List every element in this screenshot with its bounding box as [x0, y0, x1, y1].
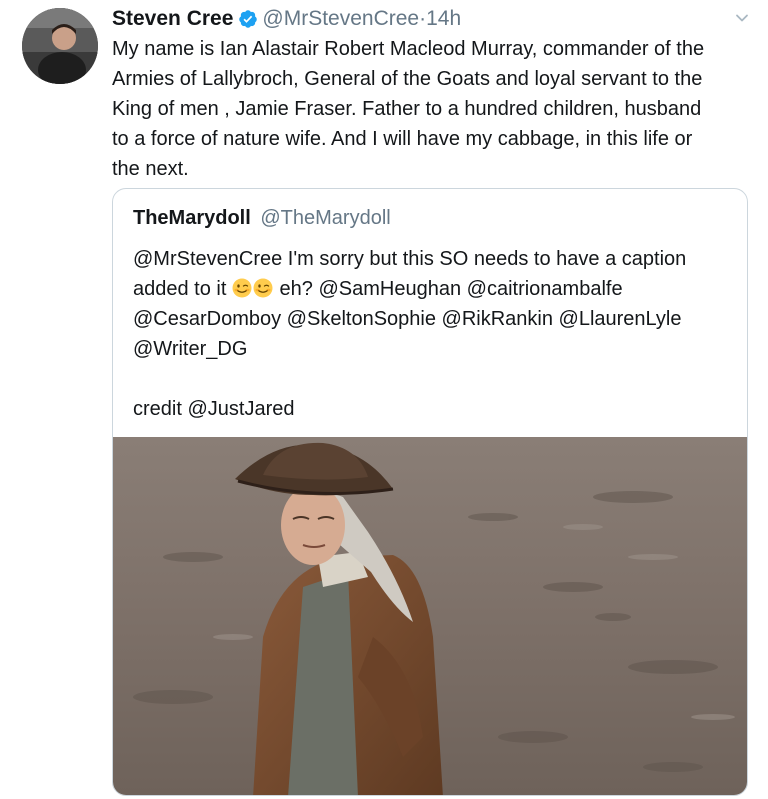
quoted-text-line: @CesarDomboy @SkeltonSophie @RikRankin @…: [133, 308, 682, 330]
handle[interactable]: @MrStevenCree: [262, 6, 419, 32]
quoted-text-line: @Writer_DG: [133, 338, 248, 360]
tweet-header: Steven Cree @MrStevenCree · 14h: [112, 6, 461, 32]
timestamp[interactable]: 14h: [426, 6, 461, 32]
quoted-text-line: added to it eh? @SamHeughan @caitrionamb…: [133, 274, 733, 304]
quoted-text-line: @MrStevenCree I'm sorry but this SO need…: [133, 248, 687, 270]
quoted-handle: @TheMarydoll: [260, 207, 391, 229]
display-name[interactable]: Steven Cree: [112, 6, 233, 32]
tweet-text-line: the next.: [112, 158, 189, 180]
tweet-text-line: to a force of nature wife. And I will ha…: [112, 128, 693, 150]
chevron-down-icon[interactable]: [734, 10, 750, 26]
quoted-photo[interactable]: [113, 437, 747, 795]
verified-badge-icon: [239, 10, 258, 28]
winking-face-emoji: [253, 278, 273, 298]
quoted-tweet-text: @MrStevenCree I'm sorry but this SO need…: [133, 244, 733, 424]
quoted-tweet[interactable]: TheMarydoll @TheMarydoll @MrStevenCree I…: [112, 188, 748, 796]
quoted-tweet-header: TheMarydoll @TheMarydoll: [133, 205, 391, 231]
winking-face-emoji: [232, 278, 252, 298]
quoted-text-line: credit @JustJared: [133, 398, 295, 420]
avatar[interactable]: [22, 8, 98, 84]
quoted-text-blank-line: [133, 364, 733, 394]
tweet-text-line: Armies of Lallybroch, General of the Goa…: [112, 68, 703, 90]
tweet-text-line: King of men , Jamie Fraser. Father to a …: [112, 98, 702, 120]
quoted-text-fragment: eh? @SamHeughan @caitrionambalfe: [279, 278, 623, 300]
quoted-display-name: TheMarydoll: [133, 207, 251, 229]
tweet[interactable]: Steven Cree @MrStevenCree · 14h My name …: [0, 0, 768, 799]
tweet-text-line: My name is Ian Alastair Robert Macleod M…: [112, 38, 705, 60]
tweet-text: My name is Ian Alastair Robert Macleod M…: [112, 34, 752, 184]
quoted-text-fragment: added to it: [133, 278, 227, 300]
separator-dot: ·: [419, 7, 427, 30]
